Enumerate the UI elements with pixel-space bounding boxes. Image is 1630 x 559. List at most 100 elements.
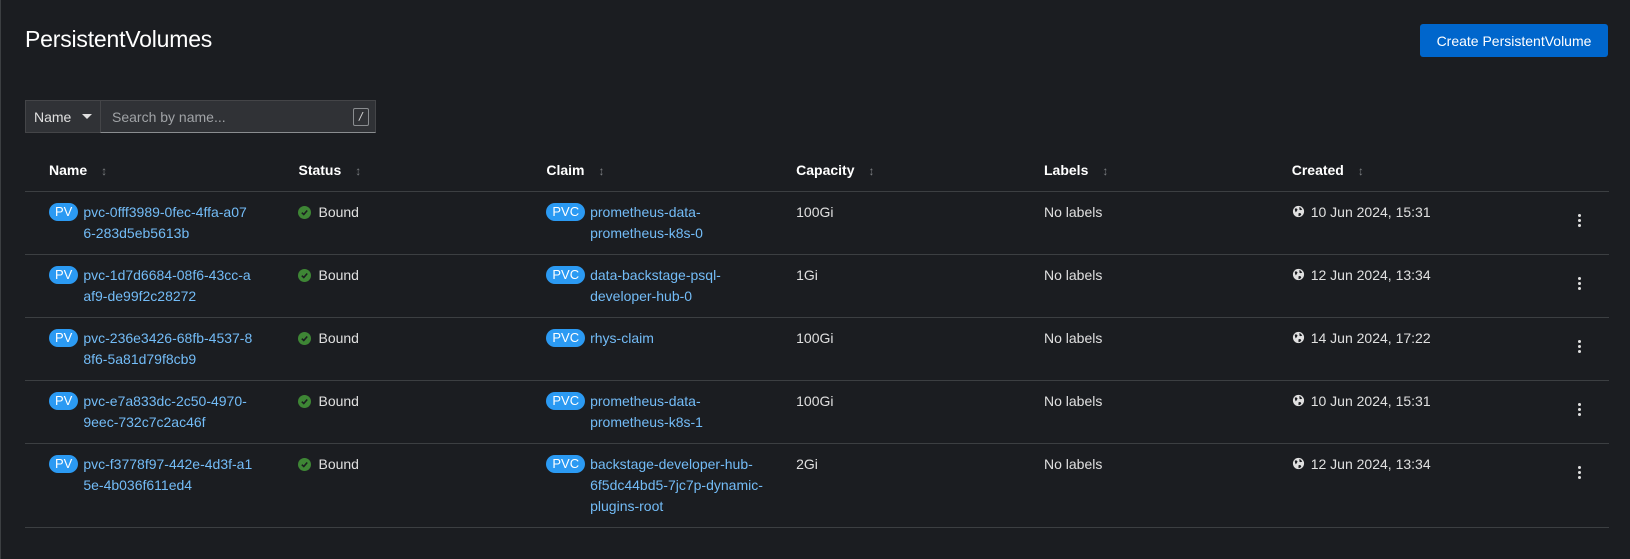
cell-status: Bound: [298, 317, 547, 381]
persistent-volumes-table: Name ↕ Status ↕ Claim ↕ Capacity ↕ Labels ↕ C…: [25, 154, 1609, 528]
cell-status: Bound: [298, 380, 547, 444]
cell-claim: PVC backstage-developer-hub-6f5dc44bd5-7…: [546, 443, 797, 528]
column-header-label: Created: [1291, 162, 1344, 178]
cell-created: 12 Jun 2024, 13:34: [1291, 443, 1550, 528]
created-timestamp: 10 Jun 2024, 15:31: [1310, 392, 1431, 409]
sort-icon: ↕: [1102, 164, 1109, 178]
column-header-labels[interactable]: Labels ↕: [1044, 154, 1292, 192]
search-field: /: [100, 100, 376, 133]
kebab-icon[interactable]: [1572, 336, 1587, 357]
cell-name: PV pvc-0fff3989-0fec-4ffa-a076-283d5eb56…: [25, 191, 299, 255]
created-timestamp: 12 Jun 2024, 13:34: [1310, 455, 1431, 472]
pv-badge: PV: [49, 391, 79, 410]
pv-badge: PV: [49, 328, 79, 347]
claim-link[interactable]: prometheus-data-prometheus-k8s-0: [590, 202, 775, 244]
pv-badge: PV: [49, 454, 79, 473]
globe-icon: [1292, 394, 1304, 406]
pvc-badge: PVC: [546, 391, 586, 410]
cell-name: PV pvc-e7a833dc-2c50-4970-9eec-732c7c2ac…: [25, 380, 299, 444]
table-row: PV pvc-1d7d6684-08f6-43cc-aaf9-de99f2c28…: [25, 254, 1609, 318]
pv-badge: PV: [49, 202, 79, 221]
cell-status: Bound: [298, 254, 547, 318]
check-circle-icon: [298, 268, 312, 282]
filter-type-dropdown[interactable]: Name: [25, 100, 100, 133]
cell-claim: PVC prometheus-data-prometheus-k8s-0: [546, 191, 797, 255]
pv-name-link[interactable]: pvc-0fff3989-0fec-4ffa-a076-283d5eb5613b: [83, 202, 253, 244]
kebab-icon[interactable]: [1572, 273, 1587, 294]
claim-link[interactable]: rhys-claim: [590, 328, 775, 349]
pv-name-link[interactable]: pvc-1d7d6684-08f6-43cc-aaf9-de99f2c28272: [83, 265, 253, 307]
cell-capacity: 2Gi: [796, 443, 1044, 528]
pv-name-link[interactable]: pvc-236e3426-68fb-4537-88f6-5a81d79f8cb9: [83, 328, 253, 370]
page-title: PersistentVolumes: [25, 26, 213, 52]
cell-claim: PVC data-backstage-psql-developer-hub-0: [546, 254, 797, 318]
cell-actions: [1549, 254, 1609, 318]
cell-capacity: 100Gi: [796, 191, 1044, 255]
cell-name: PV pvc-1d7d6684-08f6-43cc-aaf9-de99f2c28…: [25, 254, 299, 318]
cell-labels: No labels: [1044, 380, 1292, 444]
cell-actions: [1549, 317, 1609, 381]
claim-link[interactable]: data-backstage-psql-developer-hub-0: [590, 265, 775, 307]
check-circle-icon: [298, 457, 312, 471]
status-text: Bound: [318, 203, 359, 220]
created-timestamp: 12 Jun 2024, 13:34: [1310, 266, 1431, 283]
cell-labels: No labels: [1044, 254, 1292, 318]
created-timestamp: 10 Jun 2024, 15:31: [1310, 203, 1431, 220]
status-text: Bound: [318, 455, 359, 472]
sort-icon: ↕: [355, 164, 362, 178]
globe-icon: [1292, 268, 1304, 280]
claim-link[interactable]: prometheus-data-prometheus-k8s-1: [590, 391, 775, 433]
sort-icon: ↕: [1357, 164, 1364, 178]
table-row: PV pvc-e7a833dc-2c50-4970-9eec-732c7c2ac…: [25, 380, 1609, 444]
cell-capacity: 100Gi: [796, 317, 1044, 381]
search-input[interactable]: [110, 107, 353, 126]
pvc-badge: PVC: [546, 202, 586, 221]
column-header-label: Name: [49, 162, 88, 178]
column-header-claim[interactable]: Claim ↕: [546, 154, 797, 192]
cell-labels: No labels: [1044, 317, 1292, 381]
sort-icon: ↕: [101, 164, 108, 178]
pvc-badge: PVC: [546, 328, 586, 347]
globe-icon: [1292, 205, 1304, 217]
cell-actions: [1549, 443, 1609, 528]
cell-labels: No labels: [1044, 191, 1292, 255]
check-circle-icon: [298, 394, 312, 408]
cell-status: Bound: [298, 191, 547, 255]
cell-capacity: 100Gi: [796, 380, 1044, 444]
cell-actions: [1549, 380, 1609, 444]
pv-name-link[interactable]: pvc-e7a833dc-2c50-4970-9eec-732c7c2ac46f: [83, 391, 253, 433]
cell-labels: No labels: [1044, 443, 1292, 528]
cell-name: PV pvc-236e3426-68fb-4537-88f6-5a81d79f8…: [25, 317, 299, 381]
keyboard-shortcut-hint: /: [353, 107, 369, 126]
column-header-capacity[interactable]: Capacity ↕: [796, 154, 1044, 192]
claim-link[interactable]: backstage-developer-hub-6f5dc44bd5-7jc7p…: [590, 454, 775, 517]
table-header-row: Name ↕ Status ↕ Claim ↕ Capacity ↕ Labels ↕ C…: [25, 154, 1609, 192]
cell-actions: [1549, 191, 1609, 255]
column-header-created[interactable]: Created ↕: [1291, 154, 1550, 192]
check-circle-icon: [298, 331, 312, 345]
column-header-status[interactable]: Status ↕: [298, 154, 547, 192]
kebab-icon[interactable]: [1572, 210, 1587, 231]
cell-created: 10 Jun 2024, 15:31: [1291, 191, 1550, 255]
cell-created: 10 Jun 2024, 15:31: [1291, 380, 1550, 444]
column-header-label: Claim: [546, 162, 585, 178]
pvc-badge: PVC: [546, 454, 586, 473]
globe-icon: [1292, 457, 1304, 469]
status-text: Bound: [318, 329, 359, 346]
kebab-icon[interactable]: [1572, 399, 1587, 420]
globe-icon: [1292, 331, 1304, 343]
kebab-icon[interactable]: [1572, 462, 1587, 483]
pv-name-link[interactable]: pvc-f3778f97-442e-4d3f-a15e-4b036f611ed4: [83, 454, 253, 496]
filter-type-label: Name: [34, 108, 72, 125]
pvc-badge: PVC: [546, 265, 586, 284]
column-header-label: Labels: [1044, 162, 1089, 178]
cell-created: 14 Jun 2024, 17:22: [1291, 317, 1550, 381]
table-row: PV pvc-236e3426-68fb-4537-88f6-5a81d79f8…: [25, 317, 1609, 381]
column-header-actions: [1549, 154, 1609, 192]
column-header-name[interactable]: Name ↕: [25, 154, 299, 192]
caret-down-icon: [82, 114, 92, 119]
status-text: Bound: [318, 266, 359, 283]
create-persistentvolume-button[interactable]: Create PersistentVolume: [1420, 24, 1608, 57]
column-header-label: Capacity: [796, 162, 855, 178]
cell-claim: PVC rhys-claim: [546, 317, 797, 381]
